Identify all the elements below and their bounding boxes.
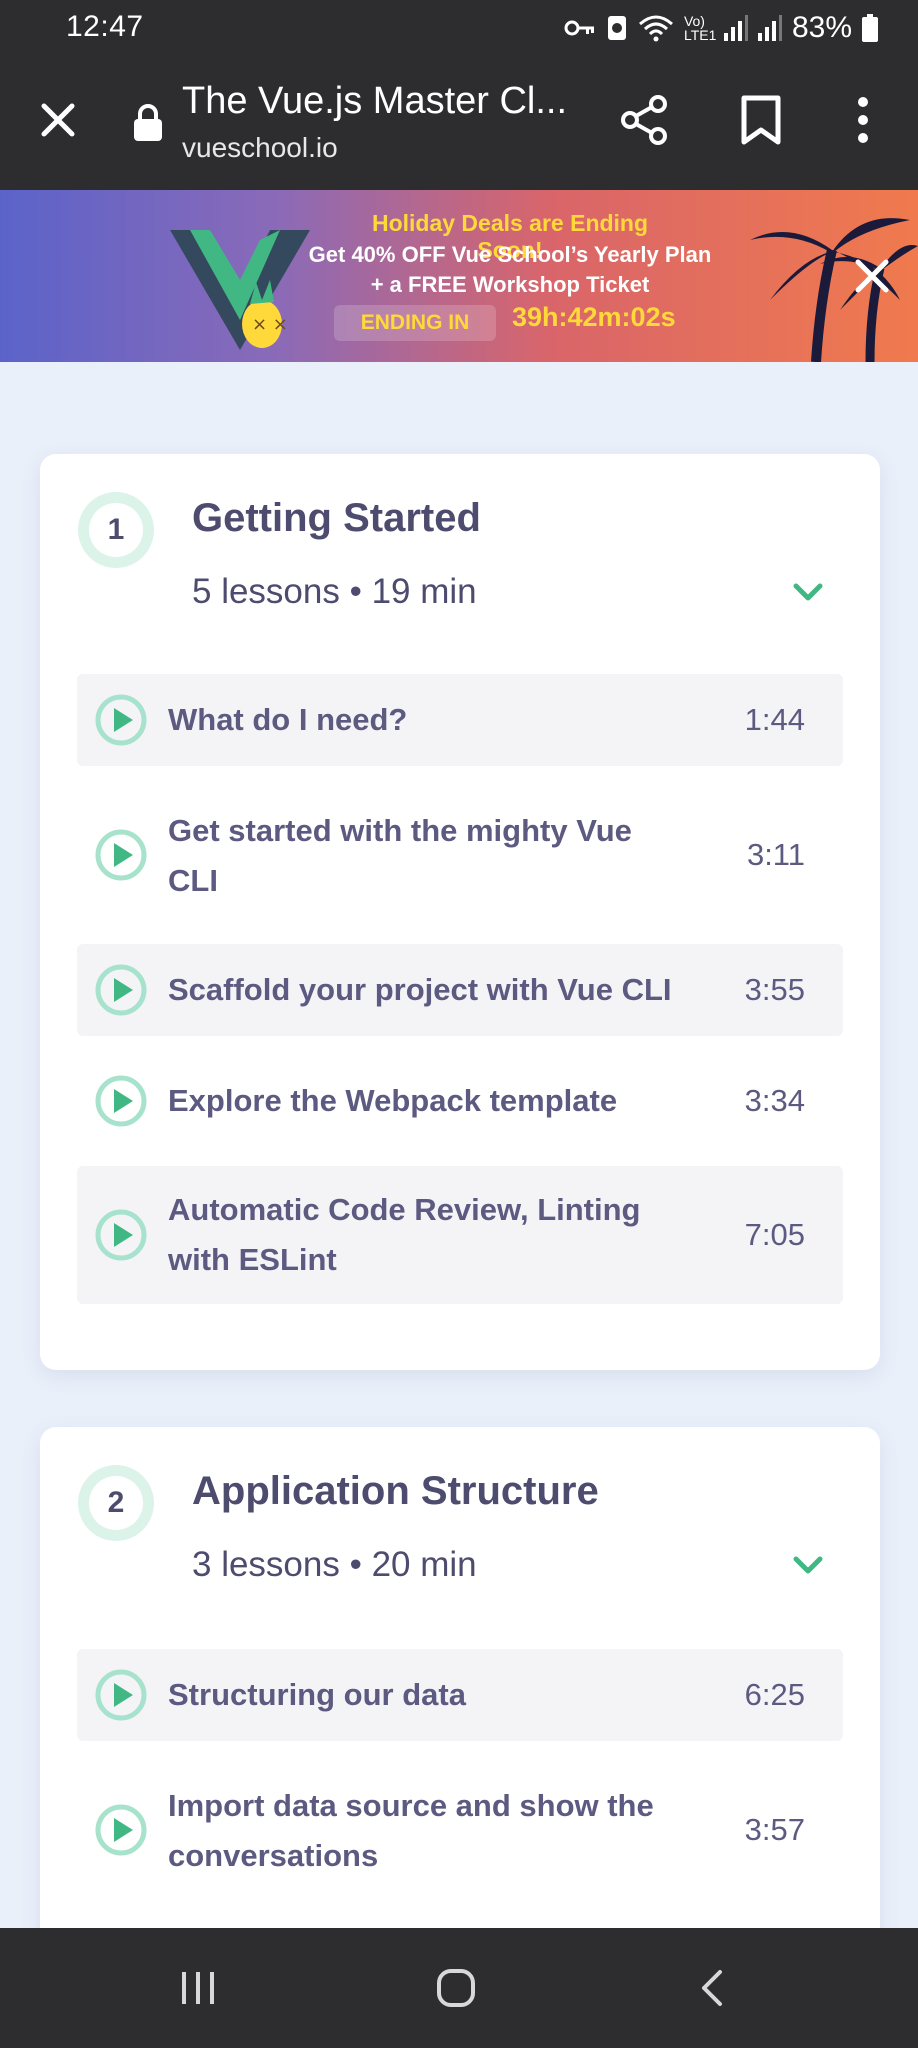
play-circle-icon[interactable]: [95, 964, 147, 1016]
chapter-card: 1 Getting Started 5 lessons • 19 min Wha…: [40, 454, 880, 1370]
lesson-title[interactable]: Import data source and show the conversa…: [168, 1781, 708, 1881]
banner-ending-label: ENDING IN: [334, 305, 496, 341]
chapter-title[interactable]: Application Structure: [192, 1469, 599, 1514]
chapter-number: 1: [89, 503, 143, 557]
back-icon[interactable]: [700, 1968, 724, 2008]
lesson-list: Structuring our data 6:25 Import data so…: [77, 1649, 843, 1919]
lesson-row[interactable]: Explore the Webpack template 3:34: [77, 1036, 843, 1166]
close-icon[interactable]: [34, 96, 82, 144]
lesson-duration: 1:44: [744, 702, 805, 737]
lesson-title[interactable]: Explore the Webpack template: [168, 1076, 708, 1126]
battery-percent: 83%: [791, 11, 852, 44]
lesson-title[interactable]: Scaffold your project with Vue CLI: [168, 965, 708, 1015]
play-circle-icon[interactable]: [95, 1209, 147, 1261]
home-icon[interactable]: [436, 1968, 476, 2008]
more-vert-icon[interactable]: [848, 94, 878, 146]
vue-pineapple-logo-icon: × ×: [170, 230, 310, 350]
banner-offer: Get 40% OFF Vue School’s Yearly Plan: [308, 242, 712, 267]
wifi-icon: [638, 15, 673, 42]
lesson-duration: 3:55: [744, 972, 805, 1007]
battery-icon: [862, 14, 878, 42]
play-circle-icon[interactable]: [95, 694, 147, 746]
status-bar: 12:47 Vo) LTE1 83%: [0, 0, 918, 58]
lesson-row[interactable]: Scaffold your project with Vue CLI 3:55: [77, 944, 843, 1036]
lesson-title[interactable]: Get started with the mighty Vue CLI: [168, 806, 688, 906]
banner-workshop: + a FREE Workshop Ticket: [370, 272, 650, 297]
chapter-number-badge: 1: [78, 492, 154, 568]
lesson-duration: 3:11: [746, 837, 805, 872]
lesson-duration: 7:05: [744, 1217, 805, 1252]
svg-text:× ×: × ×: [252, 314, 288, 335]
lesson-row[interactable]: Automatic Code Review, Linting with ESLi…: [77, 1166, 843, 1304]
banner-countdown: 39h:42m:02s: [512, 302, 676, 332]
network-label: Vo) LTE1: [683, 13, 717, 43]
promo-banner[interactable]: × × Holiday Deals are Ending Soon! Get 4…: [0, 190, 918, 362]
lesson-row[interactable]: Structuring our data 6:25: [77, 1649, 843, 1741]
system-nav-bar: [0, 1928, 918, 2048]
lesson-duration: 3:34: [744, 1083, 805, 1118]
banner-close-icon[interactable]: [852, 256, 892, 296]
browser-toolbar: The Vue.js Master Cl... vueschool.io: [0, 58, 918, 190]
bookmark-icon[interactable]: [738, 94, 784, 146]
play-circle-icon[interactable]: [95, 829, 147, 881]
key-icon: [564, 20, 594, 36]
lesson-row[interactable]: What do I need? 1:44: [77, 674, 843, 766]
lesson-title[interactable]: Structuring our data: [168, 1670, 708, 1720]
notification-icon: [607, 16, 626, 40]
lesson-title[interactable]: What do I need?: [168, 695, 708, 745]
page-title[interactable]: The Vue.js Master Cl...: [182, 80, 567, 123]
chevron-down-icon[interactable]: [792, 582, 824, 604]
status-time: 12:47: [66, 10, 144, 43]
chapter-title[interactable]: Getting Started: [192, 496, 481, 541]
lesson-row[interactable]: Get started with the mighty Vue CLI 3:11: [77, 766, 843, 944]
play-circle-icon[interactable]: [95, 1669, 147, 1721]
lesson-list: What do I need? 1:44 Get started with th…: [77, 674, 843, 1304]
chapter-meta: 3 lessons • 20 min: [192, 1545, 477, 1584]
page-url[interactable]: vueschool.io: [182, 132, 338, 164]
play-circle-icon[interactable]: [95, 1075, 147, 1127]
signal-icon: [723, 15, 748, 41]
signal-icon-2: [757, 15, 782, 41]
lesson-title[interactable]: Automatic Code Review, Linting with ESLi…: [168, 1185, 688, 1285]
course-content: 1 Getting Started 5 lessons • 19 min Wha…: [0, 362, 918, 1928]
chapter-meta: 5 lessons • 19 min: [192, 572, 477, 611]
chevron-down-icon[interactable]: [792, 1555, 824, 1577]
lesson-duration: 6:25: [744, 1677, 805, 1712]
chapter-card: 2 Application Structure 3 lessons • 20 m…: [40, 1427, 880, 1928]
lesson-duration: 3:57: [744, 1812, 805, 1847]
lesson-row[interactable]: Import data source and show the conversa…: [77, 1741, 843, 1919]
share-icon[interactable]: [618, 94, 670, 146]
chapter-number: 2: [89, 1476, 143, 1530]
chapter-number-badge: 2: [78, 1465, 154, 1541]
recents-icon[interactable]: [178, 1970, 218, 2006]
status-icons: Vo) LTE1 83%: [564, 10, 878, 46]
lock-icon: [134, 104, 162, 141]
play-circle-icon[interactable]: [95, 1804, 147, 1856]
